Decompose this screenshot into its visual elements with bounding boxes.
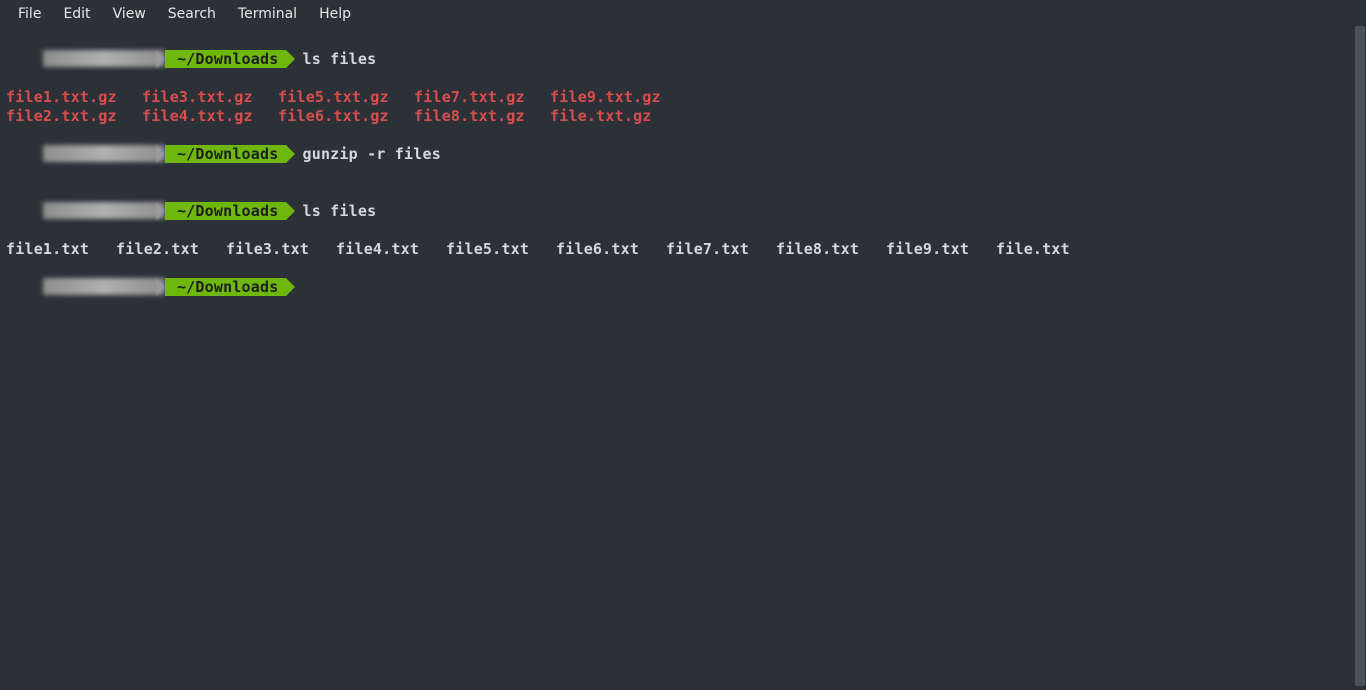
menu-view[interactable]: View xyxy=(103,4,156,24)
file-entry: file2.txt xyxy=(116,240,226,259)
terminal-line: file1.txt.gzfile3.txt.gzfile5.txt.gzfile… xyxy=(6,88,1360,107)
terminal-line: ~/Downloads ls files xyxy=(6,183,1360,240)
command-text: ls files xyxy=(286,50,376,68)
prompt-path-segment: ~/Downloads xyxy=(165,50,287,68)
file-entry: file6.txt.gz xyxy=(278,107,414,126)
terminal-line: ~/Downloads gunzip -r files xyxy=(6,126,1360,183)
file-entry: file6.txt xyxy=(556,240,666,259)
file-entry: file9.txt.gz xyxy=(550,88,661,107)
command-text: ls files xyxy=(286,202,376,220)
menu-edit[interactable]: Edit xyxy=(53,4,100,24)
command-text: gunzip -r files xyxy=(286,145,440,163)
terminal-output-area[interactable]: ~/Downloads ls files file1.txt.gzfile3.t… xyxy=(0,29,1366,318)
file-entry: file.txt xyxy=(996,240,1070,259)
menu-bar: File Edit View Search Terminal Help xyxy=(0,0,1366,29)
file-entry: file8.txt xyxy=(776,240,886,259)
terminal-line: file2.txt.gzfile4.txt.gzfile6.txt.gzfile… xyxy=(6,107,1360,126)
scrollbar[interactable] xyxy=(1355,26,1365,686)
menu-help[interactable]: Help xyxy=(309,4,361,24)
terminal-line: file1.txtfile2.txtfile3.txtfile4.txtfile… xyxy=(6,240,1360,259)
prompt-user-segment xyxy=(43,202,165,219)
prompt-user-segment xyxy=(43,50,165,67)
prompt: ~/Downloads xyxy=(43,202,287,220)
prompt-path-segment: ~/Downloads xyxy=(165,278,287,296)
file-entry: file1.txt.gz xyxy=(6,88,142,107)
file-entry: file5.txt.gz xyxy=(278,88,414,107)
file-entry: file8.txt.gz xyxy=(414,107,550,126)
prompt: ~/Downloads xyxy=(43,50,287,68)
menu-terminal[interactable]: Terminal xyxy=(228,4,307,24)
menu-file[interactable]: File xyxy=(8,4,51,24)
prompt-path-segment: ~/Downloads xyxy=(165,145,287,163)
file-entry: file4.txt.gz xyxy=(142,107,278,126)
file-entry: file1.txt xyxy=(6,240,116,259)
file-entry: file3.txt xyxy=(226,240,336,259)
scrollbar-thumb[interactable] xyxy=(1355,26,1365,686)
file-entry: file.txt.gz xyxy=(550,107,652,126)
file-entry: file5.txt xyxy=(446,240,556,259)
prompt-path-segment: ~/Downloads xyxy=(165,202,287,220)
file-entry: file2.txt.gz xyxy=(6,107,142,126)
terminal-line: ~/Downloads ls files xyxy=(6,31,1360,88)
prompt-user-segment xyxy=(43,145,165,162)
prompt: ~/Downloads xyxy=(43,145,287,163)
file-entry: file4.txt xyxy=(336,240,446,259)
prompt-user-segment xyxy=(43,278,165,295)
file-entry: file9.txt xyxy=(886,240,996,259)
prompt: ~/Downloads xyxy=(43,278,287,296)
file-entry: file3.txt.gz xyxy=(142,88,278,107)
file-entry: file7.txt xyxy=(666,240,776,259)
terminal-line: ~/Downloads xyxy=(6,259,1360,316)
menu-search[interactable]: Search xyxy=(158,4,226,24)
file-entry: file7.txt.gz xyxy=(414,88,550,107)
